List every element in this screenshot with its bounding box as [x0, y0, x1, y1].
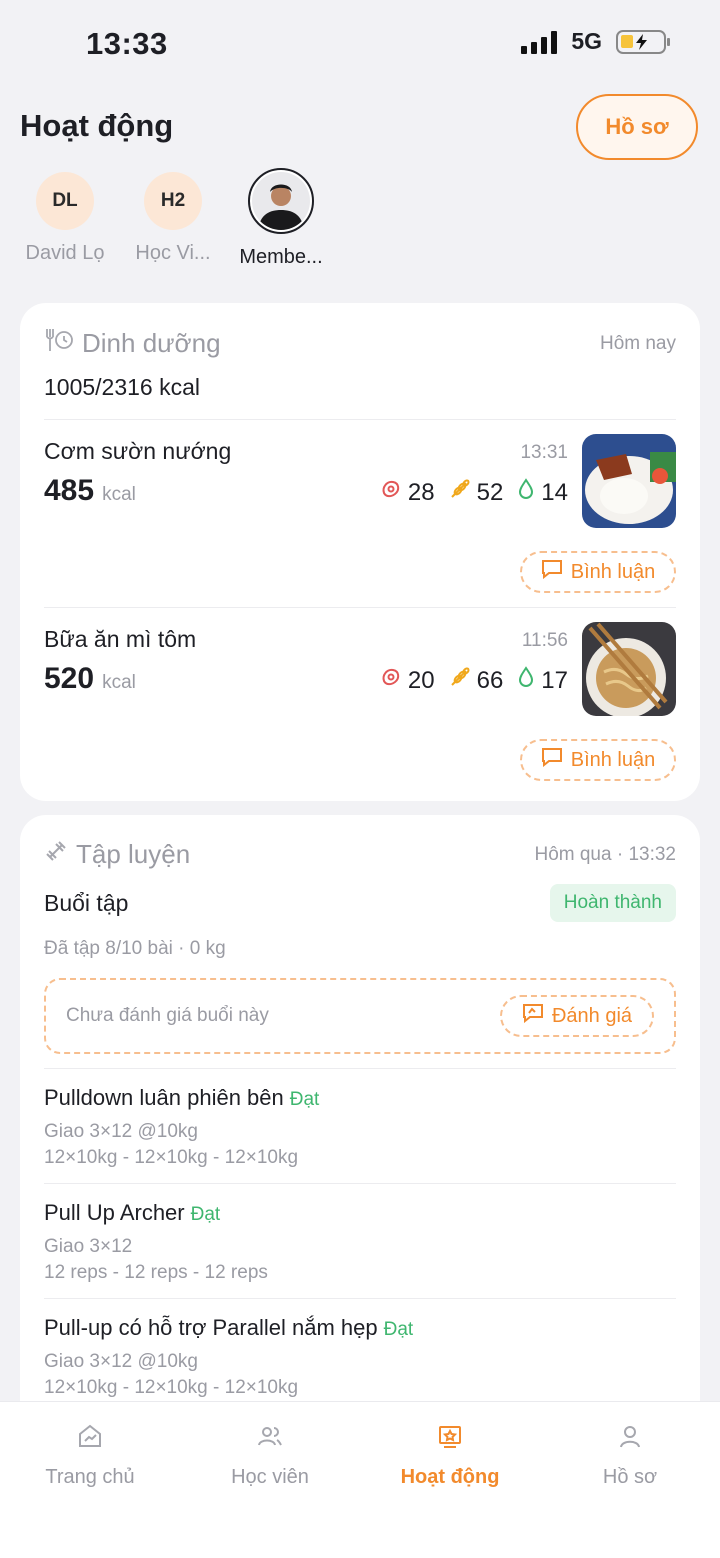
nav-home[interactable]: Trang chủ: [0, 1402, 180, 1558]
drop-icon: [517, 666, 535, 695]
fat-value: 17: [541, 666, 568, 694]
member-list: DL David Lọ H2 Học Vi... Membe...: [20, 168, 326, 269]
rating-box: Chưa đánh giá buổi này Đánh giá: [44, 978, 676, 1054]
meal-name: Cơm sườn nướng: [44, 438, 232, 464]
meal-macros: 28 52 14: [380, 478, 568, 507]
nav-profile[interactable]: Hồ sơ: [540, 1402, 720, 1558]
comment-icon: [541, 559, 563, 585]
exercise-status-tag: Đạt: [190, 1204, 221, 1225]
avatar-photo: [248, 168, 314, 234]
meal-time: 11:56: [521, 630, 568, 651]
meal-photo[interactable]: [582, 622, 676, 716]
activity-star-icon: [436, 1422, 464, 1456]
meal-item[interactable]: Cơm sườn nướng 485 kcal 13:31 28 52 14 B…: [44, 420, 676, 607]
meat-icon: [380, 666, 402, 695]
member-name: Học Vi...: [135, 242, 211, 264]
avatar: H2: [144, 172, 202, 230]
exercise-list: Pulldown luân phiên bên Đạt Giao 3×12 @10…: [44, 1068, 676, 1413]
meal-kcal: 520 kcal: [44, 662, 136, 695]
exercise-status-tag: Đạt: [383, 1319, 414, 1340]
workout-date: Hôm qua · 13:32: [534, 843, 676, 865]
nav-students[interactable]: Học viên: [180, 1402, 360, 1558]
exercise-plan: Giao 3×12 @10kg: [44, 1351, 198, 1372]
page-title: Hoạt động: [20, 108, 174, 143]
nutrition-date: Hôm nay: [599, 332, 676, 354]
member-david[interactable]: DL David Lọ: [20, 170, 110, 269]
status-bar: 13:33 5G: [0, 0, 720, 86]
exercise-sets: 12×10kg - 12×10kg - 12×10kg: [44, 1147, 299, 1168]
nutrition-card: Dinh dưỡng Hôm nay 1005/2316 kcal Cơm sư…: [20, 303, 700, 801]
member-name: David Lọ: [25, 242, 105, 264]
signal-icon: [521, 30, 558, 54]
nutrition-title: Dinh dưỡng: [44, 327, 221, 360]
exercise-plan: Giao 3×12 @10kg: [44, 1121, 198, 1142]
session-summary: Đã tập 8/10 bài · 0 kg: [44, 938, 226, 959]
protein-value: 20: [407, 666, 435, 694]
dumbbell-icon: [44, 839, 68, 870]
meat-icon: [380, 478, 402, 507]
exercise-item[interactable]: Pull-up có hỗ trợ Parallel nắm hẹp Đạt Gi…: [44, 1298, 676, 1413]
member-selected[interactable]: Membe...: [236, 168, 326, 269]
comment-button[interactable]: Bình luận: [520, 739, 676, 781]
profile-button[interactable]: Hồ sơ: [576, 94, 698, 160]
fat-value: 14: [541, 478, 568, 506]
status-time: 13:33: [86, 26, 168, 61]
carbs-value: 52: [476, 478, 504, 506]
network-label: 5G: [571, 28, 602, 54]
exercise-item[interactable]: Pull Up Archer Đạt Giao 3×12 12 reps - 12…: [44, 1183, 676, 1298]
session-title: Buổi tập: [44, 889, 129, 916]
exercise-item[interactable]: Pulldown luân phiên bên Đạt Giao 3×12 @10…: [44, 1068, 676, 1183]
meal-kcal: 485 kcal: [44, 474, 136, 507]
exercise-plan: Giao 3×12: [44, 1236, 133, 1257]
exercise-name: Pull Up Archer: [44, 1200, 185, 1225]
exercise-sets: 12 reps - 12 reps - 12 reps: [44, 1262, 268, 1283]
grain-icon: [449, 478, 471, 507]
exercise-status-tag: Đạt: [289, 1089, 320, 1110]
exercise-name: Pull-up có hỗ trợ Parallel nắm hẹp: [44, 1315, 378, 1340]
status-indicators: 5G: [521, 28, 670, 55]
comment-button[interactable]: Bình luận: [520, 551, 676, 593]
status-badge: Hoàn thành: [549, 884, 676, 922]
home-chart-icon: [76, 1422, 104, 1456]
rating-prompt: Chưa đánh giá buổi này: [66, 1005, 269, 1026]
rate-icon: [522, 1003, 544, 1029]
meal-photo[interactable]: [582, 434, 676, 528]
member-name: Membe...: [239, 246, 323, 268]
exercise-sets: 12×10kg - 12×10kg - 12×10kg: [44, 1377, 299, 1398]
exercise-name: Pulldown luân phiên bên: [44, 1085, 284, 1110]
avatar: DL: [36, 172, 94, 230]
workout-title: Tập luyện: [44, 839, 190, 870]
meal-time: 13:31: [520, 442, 568, 463]
rate-button[interactable]: Đánh giá: [500, 995, 654, 1037]
bottom-nav: Trang chủ Học viên Hoạt động Hồ sơ: [0, 1401, 720, 1558]
battery-icon: [616, 29, 670, 54]
users-icon: [256, 1422, 284, 1456]
meal-macros: 20 66 17: [380, 666, 568, 695]
person-icon: [616, 1422, 644, 1456]
drop-icon: [517, 478, 535, 507]
meal-item[interactable]: Bữa ăn mì tôm 520 kcal 11:56 20 66 17 Bì…: [44, 608, 676, 795]
meal-name: Bữa ăn mì tôm: [44, 626, 197, 652]
carbs-value: 66: [476, 666, 504, 694]
comment-icon: [541, 747, 563, 773]
grain-icon: [449, 666, 471, 695]
protein-value: 28: [407, 478, 435, 506]
utensils-icon: [44, 327, 74, 360]
workout-card: Tập luyện Hôm qua · 13:32 Buổi tập Hoàn …: [20, 815, 700, 1435]
member-hoc-vien[interactable]: H2 Học Vi...: [128, 170, 218, 269]
kcal-summary: 1005/2316 kcal: [44, 374, 201, 400]
nav-activity[interactable]: Hoạt động: [360, 1402, 540, 1558]
